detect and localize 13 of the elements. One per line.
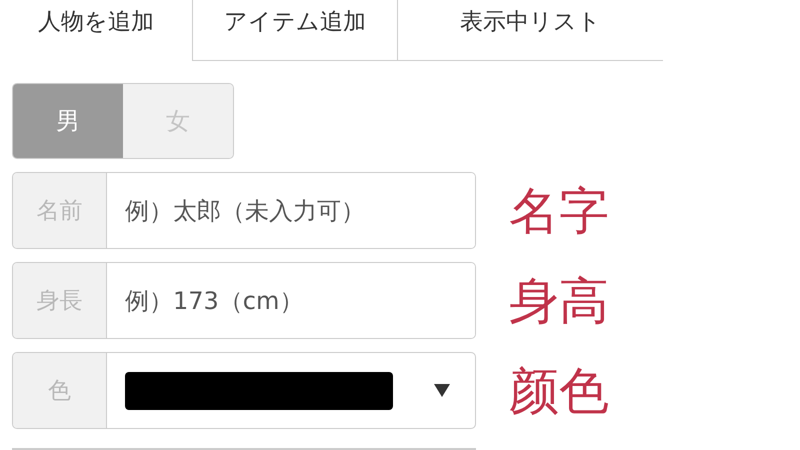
annotation: 身高 bbox=[509, 276, 609, 326]
annotation: 名字 bbox=[509, 186, 609, 236]
field-label: 色 bbox=[13, 353, 107, 428]
annotation: 颜色 bbox=[509, 366, 609, 416]
caret-icon bbox=[434, 384, 450, 397]
tab[interactable]: 表示中リスト bbox=[397, 0, 663, 61]
tab[interactable]: アイテム追加 bbox=[192, 0, 397, 61]
input-field[interactable]: 身長 例）173（cm） bbox=[12, 262, 476, 339]
field-label: 名前 bbox=[13, 173, 107, 248]
color-select[interactable]: 色 bbox=[12, 352, 476, 429]
field-label: 身長 bbox=[13, 263, 107, 338]
gender-option[interactable]: 男 bbox=[13, 84, 123, 158]
input-field[interactable]: 名前 例）太郎（未入力可） bbox=[12, 172, 476, 249]
